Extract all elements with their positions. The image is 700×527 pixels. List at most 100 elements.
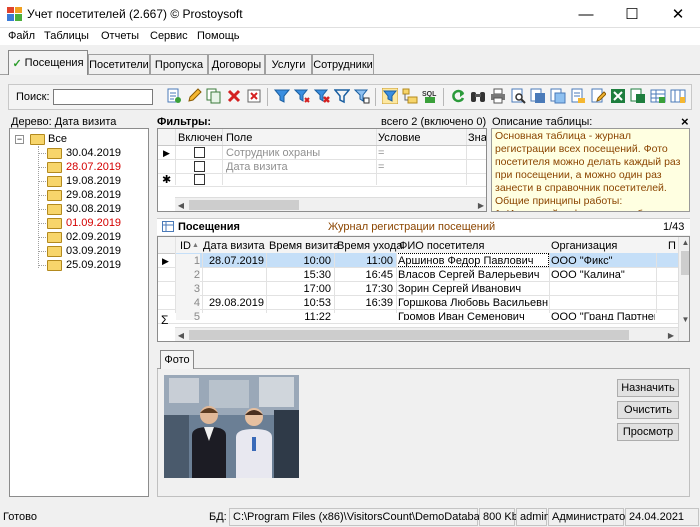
scrollbar-thumb[interactable]: [189, 200, 299, 210]
visit-cell-org[interactable]: [551, 282, 655, 296]
visit-cell-id[interactable]: 5: [176, 310, 200, 320]
menu-service[interactable]: Сервис: [150, 30, 188, 42]
menu-file[interactable]: Файл: [8, 30, 35, 42]
excel-icon[interactable]: [610, 88, 626, 104]
filters-scrollbar[interactable]: ◀ ▶: [175, 197, 486, 211]
visit-cell-id[interactable]: 1: [176, 254, 200, 268]
visits-hscrollbar[interactable]: ◀ ▶: [175, 327, 678, 341]
tree-item-date[interactable]: 02.09.2019: [66, 231, 121, 245]
maximize-button[interactable]: ☐: [609, 0, 655, 28]
tab-passes[interactable]: Пропуска: [150, 54, 208, 74]
filter-row-condition[interactable]: =: [378, 160, 384, 174]
tree-item-date[interactable]: 19.08.2019: [66, 175, 121, 189]
visit-cell-org[interactable]: [551, 296, 655, 310]
visit-cell-time-out[interactable]: 16:39: [335, 296, 393, 310]
visit-cell-org[interactable]: ООО "Фикс": [551, 254, 655, 268]
visit-cell-time-out[interactable]: [335, 310, 393, 320]
tree-view-icon[interactable]: [402, 88, 418, 104]
filter-icon[interactable]: [274, 88, 290, 104]
tree-item-date[interactable]: 30.04.2019: [66, 147, 121, 161]
tree-item-date[interactable]: 28.07.2019: [66, 161, 121, 175]
export-excel-icon[interactable]: [630, 88, 646, 104]
filters-grid[interactable]: Включен Поле Условие Зна ▶ Сотрудник охр…: [157, 128, 487, 212]
visit-cell-id[interactable]: 2: [176, 268, 200, 282]
visit-cell-name[interactable]: Зорин Сергей Иванович: [398, 282, 548, 296]
menu-tables[interactable]: Таблицы: [44, 30, 89, 42]
tree-item-date[interactable]: 30.08.2019: [66, 203, 121, 217]
scrollbar-thumb[interactable]: [189, 330, 629, 340]
scrollbar-thumb[interactable]: [681, 251, 689, 275]
col-header-time-out[interactable]: Время ухода: [337, 239, 402, 253]
tree-item-date[interactable]: 03.09.2019: [66, 245, 121, 259]
edit-pencil-icon[interactable]: [186, 88, 202, 104]
col-header-org[interactable]: Организация: [551, 239, 617, 253]
col-header-extra[interactable]: П: [668, 239, 676, 253]
visitor-photo[interactable]: [164, 375, 299, 478]
import-icon[interactable]: [550, 88, 566, 104]
tree-item-date[interactable]: 01.09.2019: [66, 217, 121, 231]
report-icon[interactable]: [570, 88, 586, 104]
tree-item-date[interactable]: 25.09.2019: [66, 259, 121, 273]
visit-cell-date[interactable]: 28.07.2019: [203, 254, 264, 268]
visit-cell-time-in[interactable]: 11:22: [267, 310, 331, 320]
visit-cell-name[interactable]: Власов Сергей Валерьевич: [398, 268, 548, 282]
tab-services[interactable]: Услуги: [265, 54, 312, 74]
filter-row-condition[interactable]: =: [378, 146, 384, 160]
binoculars-icon[interactable]: [470, 88, 486, 104]
export-icon[interactable]: [530, 88, 546, 104]
columns-icon[interactable]: [670, 88, 686, 104]
delete-all-icon[interactable]: [246, 88, 262, 104]
filter-row-field[interactable]: Дата визита: [226, 160, 288, 174]
visit-cell-id[interactable]: 3: [176, 282, 200, 296]
col-header-id[interactable]: ID: [180, 239, 191, 253]
print-preview-icon[interactable]: [510, 88, 526, 104]
copy-record-icon[interactable]: [206, 88, 222, 104]
filter-active-icon[interactable]: [382, 88, 398, 104]
report-edit-icon[interactable]: [590, 88, 606, 104]
close-button[interactable]: ✕: [655, 0, 700, 28]
filter-row-checkbox[interactable]: [194, 161, 205, 172]
tab-visits[interactable]: ✓ Посещения: [8, 50, 88, 75]
tree-root-all[interactable]: Все: [48, 133, 67, 147]
visit-cell-date[interactable]: 29.08.2019: [203, 296, 264, 310]
filter-new-checkbox[interactable]: [194, 174, 205, 185]
sql-icon[interactable]: SQL: [422, 88, 438, 104]
assign-button[interactable]: Назначить: [617, 379, 679, 397]
date-tree[interactable]: − Все 30.04.2019 28.07.2019 19.08.2019 29.0…: [9, 128, 149, 497]
visits-vscrollbar[interactable]: ▲ ▼: [678, 237, 689, 341]
tree-collapse-toggle[interactable]: −: [15, 135, 24, 144]
visit-cell-time-in[interactable]: 15:30: [267, 268, 331, 282]
tab-photo[interactable]: Фото: [160, 350, 194, 369]
filter-remove-icon[interactable]: [314, 88, 330, 104]
visit-cell-time-out[interactable]: 11:00: [335, 254, 393, 268]
menu-help[interactable]: Помощь: [197, 30, 240, 42]
col-header-date[interactable]: Дата визита: [203, 239, 265, 253]
filter-settings-icon[interactable]: [354, 88, 370, 104]
col-header-time-in[interactable]: Время визита: [269, 239, 339, 253]
visit-cell-name[interactable]: Горшкова Любовь Васильевна: [398, 296, 548, 310]
tab-employees[interactable]: Сотрудники: [312, 54, 374, 74]
visit-cell-time-in[interactable]: 17:00: [267, 282, 331, 296]
col-header-name[interactable]: ФИО посетителя: [399, 239, 484, 253]
search-input[interactable]: [53, 89, 153, 105]
visit-cell-time-in[interactable]: 10:53: [267, 296, 331, 310]
settings-table-icon[interactable]: [650, 88, 666, 104]
clear-button[interactable]: Очистить: [617, 401, 679, 419]
filter-row-checkbox[interactable]: [194, 147, 205, 158]
tree-item-date[interactable]: 29.08.2019: [66, 189, 121, 203]
visit-cell-org[interactable]: ООО "Гранд Партнер": [551, 310, 655, 320]
minimize-button[interactable]: —: [563, 0, 609, 28]
refresh-icon[interactable]: [450, 88, 466, 104]
description-close-icon[interactable]: ×: [681, 114, 689, 129]
view-button[interactable]: Просмотр: [617, 423, 679, 441]
visit-cell-name[interactable]: Громов Иван Семенович: [398, 310, 548, 320]
tab-contracts[interactable]: Договоры: [208, 54, 265, 74]
tab-visitors[interactable]: Посетители: [88, 54, 150, 74]
filter-clear-icon[interactable]: [334, 88, 350, 104]
delete-icon[interactable]: [226, 88, 242, 104]
visit-cell-time-in[interactable]: 10:00: [267, 254, 331, 268]
visit-cell-org[interactable]: ООО "Калина": [551, 268, 655, 282]
visit-cell-date[interactable]: [203, 268, 264, 282]
menu-reports[interactable]: Отчеты: [101, 30, 139, 42]
visit-cell-time-out[interactable]: 17:30: [335, 282, 393, 296]
